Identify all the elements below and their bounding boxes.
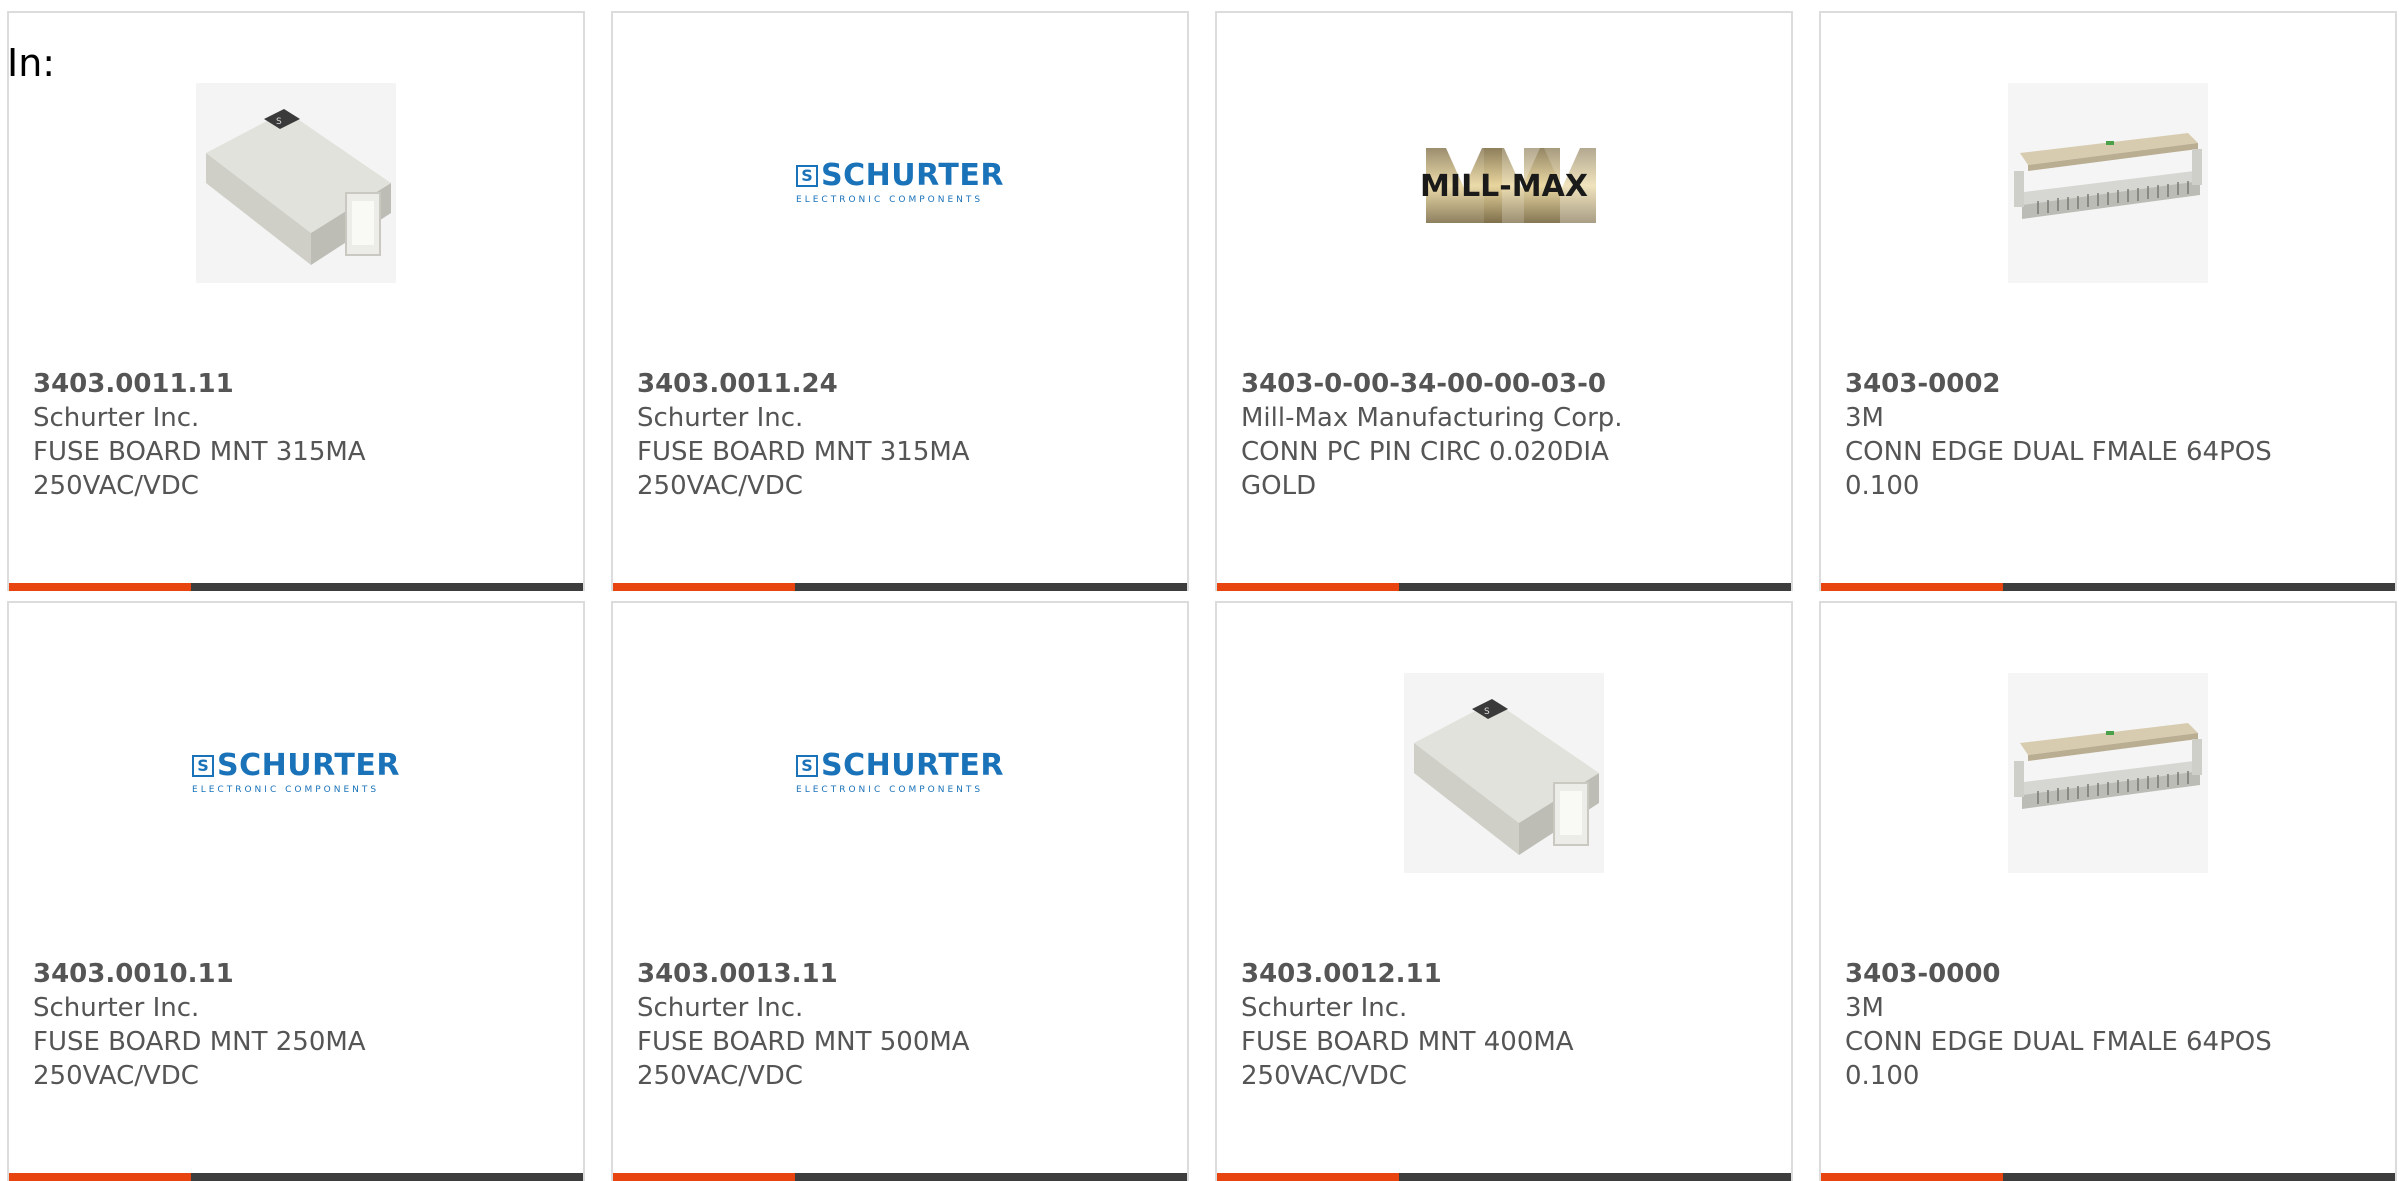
part-number[interactable]: 3403.0011.24 [637, 367, 1175, 401]
product-card[interactable]: S SCHURTER ELECTRONIC COMPONENTS 3403.00… [611, 11, 1189, 591]
filter-label: In: [7, 41, 56, 85]
fuse-holder-icon: S [196, 83, 396, 283]
svg-text:MILL-MAX: MILL-MAX [1420, 169, 1588, 204]
description: FUSE BOARD MNT 250MA 250VAC/VDC [33, 1027, 366, 1091]
product-image[interactable]: S SCHURTER ELECTRONIC COMPONENTS [796, 673, 1003, 873]
part-number[interactable]: 3403-0000 [1845, 957, 2383, 991]
product-card[interactable]: S SCHURTER ELECTRONIC COMPONENTS 3403.00… [611, 601, 1189, 1181]
part-number[interactable]: 3403.0010.11 [33, 957, 571, 991]
manufacturer: 3M [1845, 993, 1884, 1023]
card-bar [1821, 583, 2395, 591]
schurter-logo: S SCHURTER ELECTRONIC COMPONENTS [796, 158, 1004, 205]
schurter-logo: S SCHURTER ELECTRONIC COMPONENTS [192, 748, 400, 795]
manufacturer: 3M [1845, 403, 1884, 433]
description: CONN EDGE DUAL FMALE 64POS 0.100 [1845, 437, 2272, 501]
part-number[interactable]: 3403.0013.11 [637, 957, 1175, 991]
manufacturer: Schurter Inc. [1241, 993, 1408, 1023]
card-bar [613, 1173, 1187, 1181]
description: CONN EDGE DUAL FMALE 64POS 0.100 [1845, 1027, 2272, 1091]
card-bar [9, 583, 583, 591]
svg-text:S: S [276, 117, 282, 127]
part-number[interactable]: 3403.0012.11 [1241, 957, 1779, 991]
product-image[interactable] [2008, 673, 2208, 873]
card-bar [1821, 1173, 2395, 1181]
product-card[interactable]: S SCHURTER ELECTRONIC COMPONENTS 3403.00… [7, 601, 585, 1181]
schurter-logo: S SCHURTER ELECTRONIC COMPONENTS [796, 748, 1004, 795]
product-card[interactable]: MILL-MAX 3403-0-00-34-00-00-03-0 Mill-Ma… [1215, 11, 1793, 591]
product-card[interactable]: 3403-0002 3M CONN EDGE DUAL FMALE 64POS … [1819, 11, 2397, 591]
description: FUSE BOARD MNT 315MA 250VAC/VDC [33, 437, 366, 501]
description: FUSE BOARD MNT 315MA 250VAC/VDC [637, 437, 970, 501]
product-image[interactable]: S SCHURTER ELECTRONIC COMPONENTS [796, 83, 1003, 283]
edge-connector-icon [2008, 83, 2208, 283]
card-bar [9, 1173, 583, 1181]
product-image[interactable]: S [196, 83, 396, 283]
product-card[interactable]: S 3403.0012.11 Schurter Inc. FUSE BOARD … [1215, 601, 1793, 1181]
card-bar [1217, 583, 1791, 591]
card-bar [1217, 1173, 1791, 1181]
part-number[interactable]: 3403-0-00-34-00-00-03-0 [1241, 367, 1779, 401]
part-number[interactable]: 3403-0002 [1845, 367, 2383, 401]
edge-connector-icon [2008, 673, 2208, 873]
manufacturer: Schurter Inc. [33, 993, 200, 1023]
product-image[interactable]: MILL-MAX [1404, 83, 1604, 283]
description: FUSE BOARD MNT 400MA 250VAC/VDC [1241, 1027, 1574, 1091]
part-number[interactable]: 3403.0011.11 [33, 367, 571, 401]
manufacturer: Schurter Inc. [637, 403, 804, 433]
product-image[interactable]: S [1404, 673, 1604, 873]
manufacturer: Mill-Max Manufacturing Corp. [1241, 403, 1623, 433]
manufacturer: Schurter Inc. [637, 993, 804, 1023]
manufacturer: Schurter Inc. [33, 403, 200, 433]
product-image[interactable] [2008, 83, 2208, 283]
product-card[interactable]: S 3403.0011.11 Schurter Inc. FUSE BOARD … [7, 11, 585, 591]
description: FUSE BOARD MNT 500MA 250VAC/VDC [637, 1027, 970, 1091]
fuse-holder-icon: S [1404, 673, 1604, 873]
description: CONN PC PIN CIRC 0.020DIA GOLD [1241, 437, 1609, 501]
card-bar [613, 583, 1187, 591]
millmax-logo: MILL-MAX [1420, 148, 1596, 223]
product-image[interactable]: S SCHURTER ELECTRONIC COMPONENTS [192, 673, 399, 873]
svg-text:S: S [1484, 707, 1490, 717]
product-card[interactable]: 3403-0000 3M CONN EDGE DUAL FMALE 64POS … [1819, 601, 2397, 1181]
